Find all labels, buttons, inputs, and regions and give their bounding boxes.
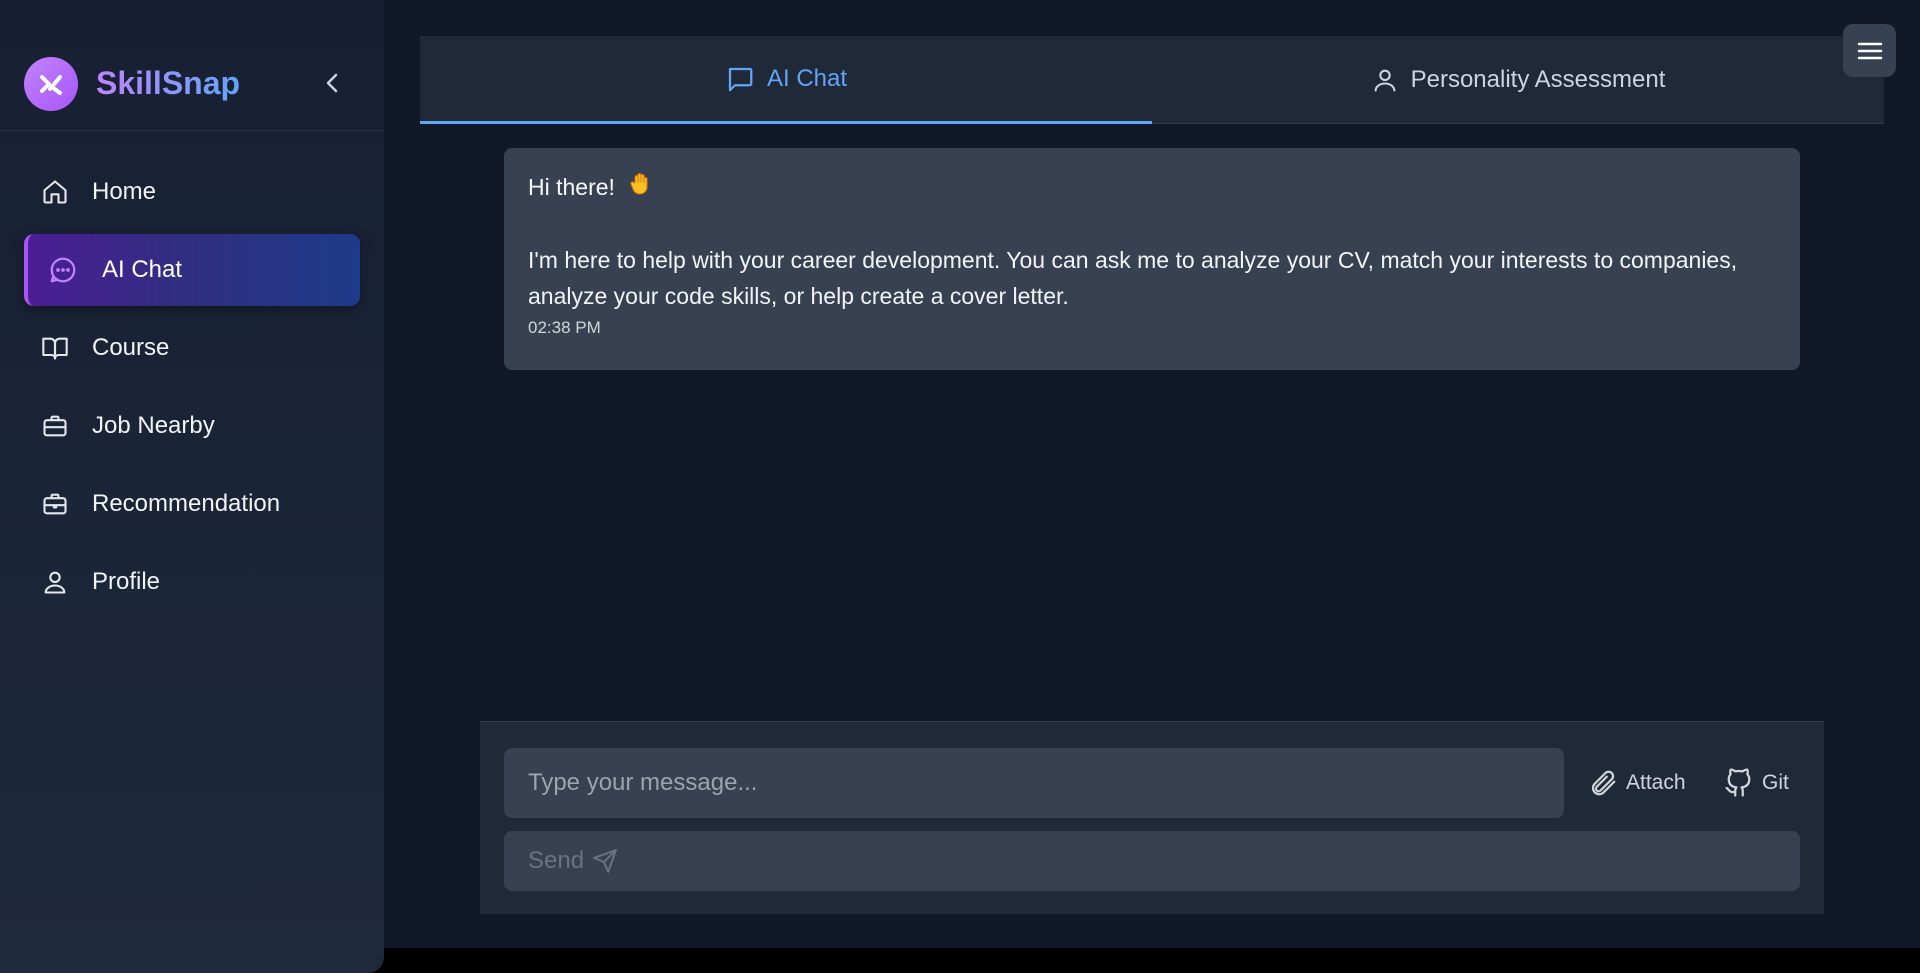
collapse-sidebar-button[interactable] xyxy=(318,68,346,98)
send-label: Send xyxy=(528,847,585,874)
hamburger-icon xyxy=(1857,42,1882,59)
message-input[interactable] xyxy=(504,748,1564,818)
sidebar-item-label: Home xyxy=(92,178,157,205)
brand-logo xyxy=(24,57,78,111)
send-icon xyxy=(592,848,618,874)
briefcase-icon xyxy=(40,411,70,441)
tab-label: Personality Assessment xyxy=(1410,66,1666,93)
sidebar-item-recommendation[interactable]: Recommendation xyxy=(24,468,360,540)
paperclip-icon xyxy=(1588,768,1618,798)
waving-hand-icon xyxy=(629,172,651,202)
briefcase-icon xyxy=(40,489,70,519)
message-timestamp: 02:38 PM xyxy=(528,318,601,337)
sidebar-item-label: Course xyxy=(92,334,170,361)
git-button[interactable]: Git xyxy=(1724,748,1789,818)
logo-mark-icon xyxy=(40,75,62,95)
book-icon xyxy=(40,333,70,363)
brand-name: SkillSnap xyxy=(96,65,241,101)
send-button[interactable]: Send xyxy=(504,831,1800,891)
git-label: Git xyxy=(1762,771,1789,794)
sidebar-item-home[interactable]: Home xyxy=(24,156,360,228)
sidebar-item-label: Profile xyxy=(92,568,161,595)
home-icon xyxy=(40,177,70,207)
sidebar-item-label: Recommendation xyxy=(92,490,281,517)
attach-label: Attach xyxy=(1626,771,1686,794)
sidebar-item-course[interactable]: Course xyxy=(24,312,360,384)
attach-button[interactable]: Attach xyxy=(1588,748,1686,818)
message-body: I'm here to help with your career develo… xyxy=(528,247,1738,309)
sidebar-item-label: AI Chat xyxy=(102,256,183,283)
user-icon xyxy=(40,567,70,597)
message-composer: Attach Git Send xyxy=(480,721,1824,914)
sidebar-item-ai-chat[interactable]: AI Chat xyxy=(24,234,360,306)
tab-bar: AI Chat Personality Assessment xyxy=(420,36,1884,124)
tab-ai-chat[interactable]: AI Chat xyxy=(420,36,1152,124)
tab-personality-assessment[interactable]: Personality Assessment xyxy=(1152,36,1884,124)
sidebar-item-job-nearby[interactable]: Job Nearby xyxy=(24,390,360,462)
sidebar: SkillSnap Home AI Chat Course Job Nearby… xyxy=(0,0,384,973)
sidebar-item-label: Job Nearby xyxy=(92,412,215,439)
sidebar-item-profile[interactable]: Profile xyxy=(24,546,360,618)
chat-bubble-icon xyxy=(725,64,755,94)
message-greeting: Hi there! xyxy=(528,173,615,200)
chevron-left-icon xyxy=(326,73,338,93)
assistant-message: Hi there! I'm here to help with your car… xyxy=(504,148,1800,370)
brand-header: SkillSnap xyxy=(0,0,384,131)
tab-label: AI Chat xyxy=(766,64,848,92)
menu-button[interactable] xyxy=(1843,24,1896,77)
user-icon xyxy=(1371,66,1399,94)
github-icon xyxy=(1724,768,1754,798)
message-greeting-row: Hi there! xyxy=(528,172,1776,202)
chat-bubble-icon xyxy=(48,255,78,285)
